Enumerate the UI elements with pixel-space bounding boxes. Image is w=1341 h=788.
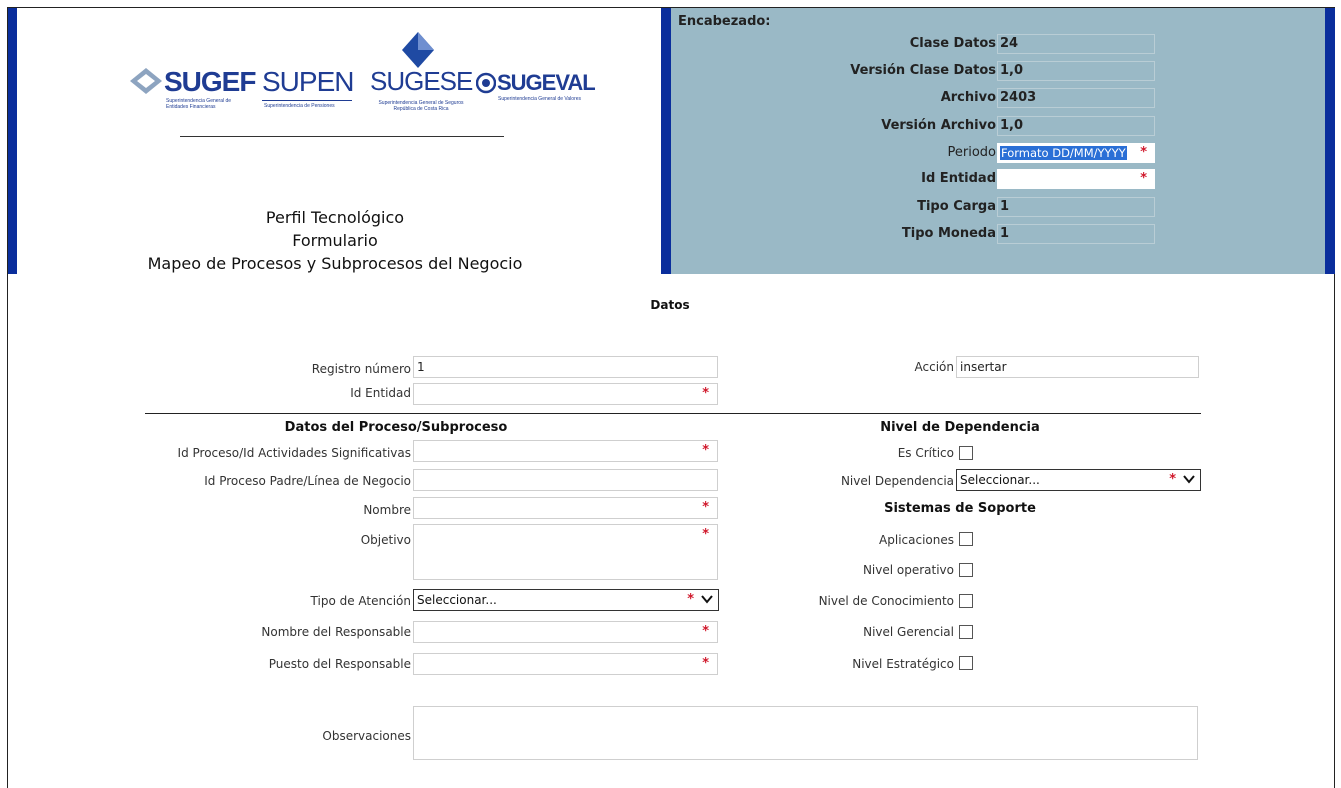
datos-section-title: Datos [650, 298, 690, 312]
aplicaciones-checkbox[interactable] [959, 532, 973, 546]
registro-numero-field: 1 [413, 356, 718, 378]
tipo-moneda-field: 1 [997, 224, 1155, 244]
required-marker: * [702, 386, 709, 401]
required-marker: * [687, 592, 694, 607]
nivel-dependencia-value: Seleccionar... [960, 473, 1040, 487]
id-entidad-label: Id Entidad [350, 386, 411, 400]
chevron-down-icon [701, 595, 713, 604]
sugef-logo-subtitle: Superintendencia General de Entidades Fi… [166, 98, 232, 110]
nivel-operativo-label: Nivel operativo [862, 563, 954, 577]
accion-field: insertar [956, 356, 1199, 378]
observaciones-label: Observaciones [322, 729, 411, 743]
sugeval-emblem-icon [476, 72, 496, 94]
page-subtitle: Formulario [292, 231, 378, 250]
nivel-estrategico-label: Nivel Estratégico [852, 657, 954, 671]
supen-underline [262, 100, 352, 101]
version-archivo-field: 1,0 [997, 116, 1155, 136]
id-entidad-input[interactable]: * [413, 383, 718, 405]
objetivo-textarea[interactable]: * [413, 524, 718, 580]
tipo-carga-field: 1 [997, 197, 1155, 217]
sugese-diamond-icon [402, 32, 434, 68]
required-marker: * [1169, 472, 1176, 487]
nombre-responsable-label: Nombre del Responsable [261, 625, 411, 639]
nivel-dependencia-section-title: Nivel de Dependencia [880, 420, 1040, 435]
tipo-moneda-label: Tipo Moneda [901, 226, 996, 241]
tipo-carga-label: Tipo Carga [917, 199, 996, 214]
supen-logo-subtitle: Superintendencia de Pensiones [264, 103, 335, 109]
supen-logo-text: SUPEN [262, 66, 354, 97]
required-marker: * [1140, 171, 1147, 186]
id-proceso-label: Id Proceso/Id Actividades Significativas [177, 446, 411, 460]
page-title: Perfil Tecnológico [265, 208, 405, 227]
sistemas-soporte-section-title: Sistemas de Soporte [884, 501, 1036, 516]
accion-label: Acción [914, 360, 954, 374]
clase-datos-field: 24 [997, 34, 1155, 54]
sugeval-logo-text: SUGEVAL [497, 70, 596, 95]
periodo-placeholder: Formato DD/MM/YYYY [1000, 146, 1127, 160]
nombre-label: Nombre [363, 503, 411, 517]
nombre-responsable-input[interactable]: * [413, 621, 718, 643]
required-marker: * [1140, 145, 1147, 160]
sugef-logo-text: SUGEF [164, 66, 256, 97]
version-clase-datos-label: Versión Clase Datos [850, 63, 996, 78]
tipo-atencion-select[interactable]: Seleccionar... * [413, 589, 719, 611]
version-clase-datos-field: 1,0 [997, 61, 1155, 81]
sugeval-logo-subtitle: Superintendencia General de Valores [498, 96, 582, 102]
nivel-gerencial-label: Nivel Gerencial [863, 625, 954, 639]
nivel-estrategico-checkbox[interactable] [959, 656, 973, 670]
form-name: Mapeo de Procesos y Subprocesos del Nego… [147, 254, 523, 273]
required-marker: * [702, 624, 709, 639]
nivel-dependencia-label: Nivel Dependencia [840, 474, 954, 488]
section-divider [145, 413, 1201, 414]
id-proceso-padre-input[interactable] [413, 469, 718, 491]
logo-divider [180, 136, 504, 137]
nivel-operativo-checkbox[interactable] [959, 563, 973, 577]
puesto-responsable-input[interactable]: * [413, 653, 718, 675]
chevron-down-icon [1183, 475, 1195, 484]
registro-numero-label: Registro número [311, 362, 411, 376]
required-marker: * [702, 443, 709, 458]
nivel-conocimiento-checkbox[interactable] [959, 594, 973, 608]
tipo-atencion-label: Tipo de Atención [310, 594, 411, 608]
id-entidad-header-label: Id Entidad [921, 171, 996, 186]
archivo-field: 2403 [997, 88, 1155, 108]
puesto-responsable-label: Puesto del Responsable [268, 657, 411, 671]
version-archivo-label: Versión Archivo [881, 118, 996, 133]
es-critico-label: Es Crítico [897, 446, 954, 460]
id-entidad-header-input[interactable]: * [997, 169, 1155, 189]
nivel-dependencia-select[interactable]: Seleccionar... * [956, 469, 1201, 491]
nivel-gerencial-checkbox[interactable] [959, 625, 973, 639]
required-marker: * [702, 656, 709, 671]
objetivo-label: Objetivo [360, 533, 411, 547]
encabezado-label: Encabezado: [678, 14, 771, 29]
required-marker: * [702, 527, 709, 542]
datos-proceso-section-title: Datos del Proceso/Subproceso [284, 420, 508, 435]
id-proceso-input[interactable]: * [413, 440, 718, 462]
nombre-input[interactable]: * [413, 497, 718, 519]
tipo-atencion-value: Seleccionar... [417, 593, 497, 607]
es-critico-checkbox[interactable] [959, 446, 973, 460]
observaciones-textarea[interactable] [413, 706, 1198, 760]
nivel-conocimiento-label: Nivel de Conocimiento [818, 594, 954, 608]
sugese-logo-text: SUGESE [370, 66, 473, 96]
required-marker: * [702, 500, 709, 515]
aplicaciones-label: Aplicaciones [879, 533, 954, 547]
accent-bar-right [1325, 8, 1335, 274]
archivo-label: Archivo [940, 90, 996, 105]
sugese-logo-subtitle: Superintendencia General de Seguros Repú… [378, 100, 464, 112]
sugef-diamond-icon [130, 68, 162, 94]
clase-datos-label: Clase Datos [909, 36, 996, 51]
id-proceso-padre-label: Id Proceso Padre/Línea de Negocio [204, 474, 411, 488]
periodo-input[interactable]: Formato DD/MM/YYYY * [997, 143, 1155, 163]
periodo-label: Periodo [947, 145, 997, 160]
accent-bar-middle [661, 8, 671, 274]
